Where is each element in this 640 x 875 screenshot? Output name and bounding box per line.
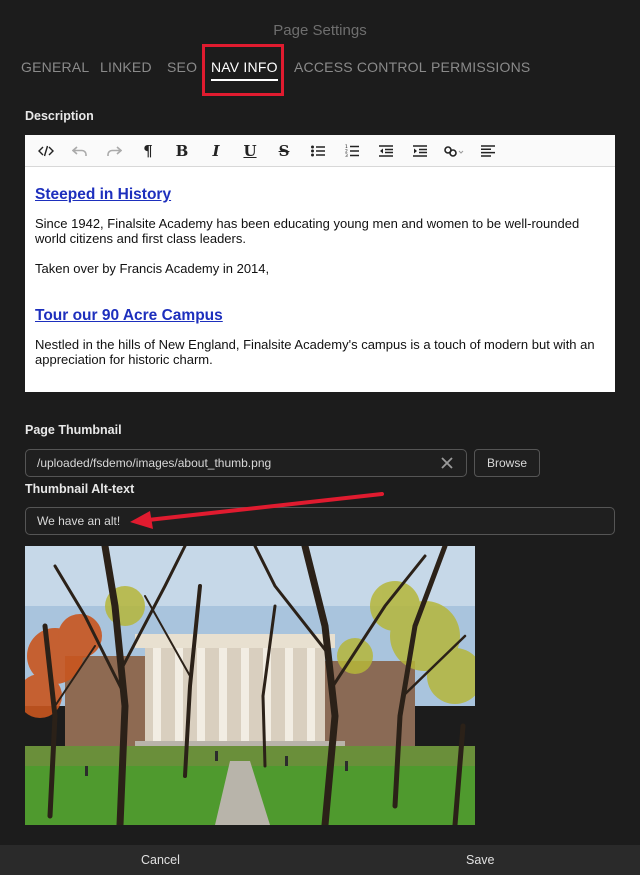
annotation-arrow xyxy=(130,492,384,529)
strikethrough-icon[interactable]: S xyxy=(267,139,301,163)
thumbnail-preview-image xyxy=(25,546,475,825)
thumbnail-path-value: /uploaded/fsdemo/images/about_thumb.png xyxy=(37,456,272,470)
heading-link[interactable]: Tour our 90 Acre Campus xyxy=(35,307,223,324)
tab-permissions[interactable]: PERMISSIONS xyxy=(431,59,530,75)
paragraph-icon[interactable]: ¶ xyxy=(131,139,165,163)
editor-content[interactable]: Steeped in History Since 1942, Finalsite… xyxy=(25,187,615,367)
browse-button[interactable]: Browse xyxy=(474,449,540,477)
italic-icon[interactable]: I xyxy=(199,139,233,163)
content-paragraph: Nestled in the hills of New England, Fin… xyxy=(35,337,595,367)
numbered-list-icon[interactable]: 123 xyxy=(335,139,369,163)
svg-text:3: 3 xyxy=(345,153,348,157)
code-view-icon[interactable] xyxy=(29,139,63,163)
content-heading: Steeped in History xyxy=(35,186,605,203)
editor-toolbar: ¶ B I U S 123 xyxy=(25,135,615,167)
content-heading: Tour our 90 Acre Campus xyxy=(35,307,605,324)
save-button[interactable]: Save xyxy=(466,853,495,867)
clear-icon[interactable] xyxy=(440,456,454,470)
dialog-footer: Cancel Save xyxy=(0,845,640,875)
outdent-icon[interactable] xyxy=(369,139,403,163)
heading-link[interactable]: Steeped in History xyxy=(35,186,171,203)
dialog-title: Page Settings xyxy=(273,22,367,39)
description-label: Description xyxy=(25,109,94,123)
link-icon[interactable] xyxy=(437,139,471,163)
indent-icon[interactable] xyxy=(403,139,437,163)
content-paragraph: Taken over by Francis Academy in 2014, xyxy=(35,261,270,276)
align-icon[interactable] xyxy=(471,139,505,163)
undo-icon[interactable] xyxy=(63,139,97,163)
tab-linked[interactable]: LINKED xyxy=(100,59,152,75)
thumbnail-alt-text-label: Thumbnail Alt-text xyxy=(25,482,135,496)
bullet-list-icon[interactable] xyxy=(301,139,335,163)
underline-icon[interactable]: U xyxy=(233,139,267,163)
redo-icon[interactable] xyxy=(97,139,131,163)
description-editor[interactable]: ¶ B I U S 123 Steeped in History Since 1… xyxy=(25,135,615,392)
tab-seo[interactable]: SEO xyxy=(167,59,197,75)
cancel-button[interactable]: Cancel xyxy=(141,853,180,867)
page-thumbnail-label: Page Thumbnail xyxy=(25,423,122,437)
tab-general[interactable]: GENERAL xyxy=(21,59,89,75)
content-paragraph: Since 1942, Finalsite Academy has been e… xyxy=(35,216,580,246)
alt-text-value: We have an alt! xyxy=(37,514,121,528)
tab-access-control[interactable]: ACCESS CONTROL xyxy=(294,59,427,75)
tab-highlight-annotation xyxy=(202,44,284,96)
thumbnail-path-field[interactable]: /uploaded/fsdemo/images/about_thumb.png xyxy=(25,449,467,477)
bold-icon[interactable]: B xyxy=(165,139,199,163)
